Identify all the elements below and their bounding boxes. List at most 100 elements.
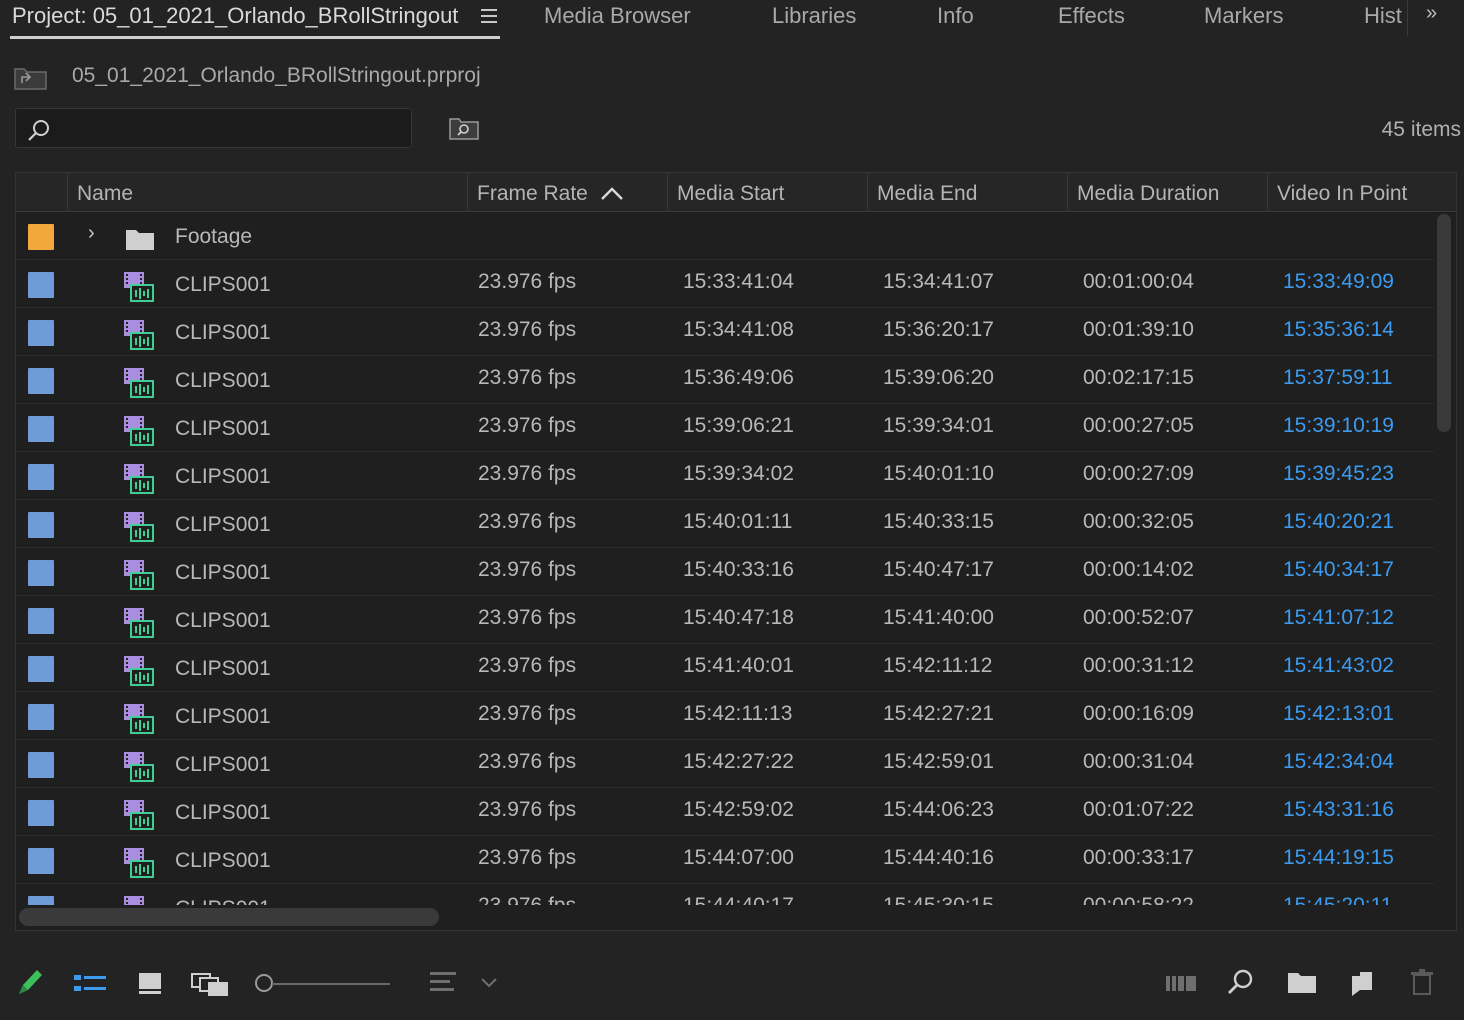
tab-libraries[interactable]: Libraries [772, 3, 856, 29]
icon-view-icon[interactable] [136, 966, 166, 1003]
label-color-swatch[interactable] [28, 560, 54, 586]
label-color-swatch[interactable] [28, 896, 54, 905]
column-header-label[interactable] [16, 173, 67, 211]
bin-row[interactable]: › Footage [16, 212, 1434, 260]
table-row[interactable]: CLIPS001 23.976 fps 15:44:07:00 15:44:40:16… [16, 836, 1434, 884]
cell-video-in-point[interactable]: 15:44:19:15 [1283, 833, 1394, 881]
cell-media-start: 15:39:34:02 [683, 462, 794, 485]
cell-video-in-point[interactable]: 15:40:34:17 [1283, 545, 1394, 593]
cell-video-in-point[interactable]: 15:41:43:02 [1283, 641, 1394, 689]
label-color-swatch[interactable] [28, 800, 54, 826]
cell-video-in-point[interactable]: 15:41:07:12 [1283, 593, 1394, 641]
label-color-swatch[interactable] [28, 464, 54, 490]
column-header-media-duration[interactable]: Media Duration [1067, 173, 1267, 211]
freeform-view-icon[interactable] [190, 966, 232, 1003]
label-color-swatch[interactable] [28, 512, 54, 538]
label-color-swatch[interactable] [28, 848, 54, 874]
create-search-bin-icon[interactable] [449, 116, 479, 145]
find-icon[interactable] [1226, 966, 1256, 1003]
table-row[interactable]: CLIPS001 23.976 fps 15:36:49:06 15:39:06:20… [16, 356, 1434, 404]
label-color-swatch[interactable] [28, 608, 54, 634]
cell-name[interactable]: CLIPS001 [175, 740, 271, 788]
horizontal-scroll-thumb[interactable] [19, 908, 439, 926]
pencil-icon[interactable] [15, 966, 45, 1003]
cell-video-in-point[interactable]: 15:43:31:16 [1283, 785, 1394, 833]
column-header-video-in-point-label: Video In Point [1277, 182, 1408, 205]
list-view-icon[interactable] [72, 966, 108, 1003]
table-row[interactable]: CLIPS001 23.976 fps 15:42:59:02 15:44:06:23… [16, 788, 1434, 836]
table-row[interactable]: CLIPS001 23.976 fps 15:41:40:01 15:42:11:12… [16, 644, 1434, 692]
cell-video-in-point[interactable]: 15:40:20:21 [1283, 497, 1394, 545]
tab-effects[interactable]: Effects [1058, 3, 1125, 29]
vertical-scrollbar[interactable] [1435, 214, 1453, 434]
label-color-swatch[interactable] [28, 272, 54, 298]
cell-video-in-point[interactable]: 15:37:59:11 [1283, 353, 1392, 401]
column-header-media-start[interactable]: Media Start [667, 173, 867, 211]
table-row[interactable]: CLIPS001 23.976 fps 15:40:33:16 15:40:47:17… [16, 548, 1434, 596]
cell-video-in-point[interactable]: 15:39:45:23 [1283, 449, 1394, 497]
table-row[interactable]: CLIPS001 23.976 fps 15:42:27:22 15:42:59:01… [16, 740, 1434, 788]
cell-name[interactable]: CLIPS001 [175, 644, 271, 692]
cell-media-start: 15:42:11:13 [683, 702, 793, 725]
cell-video-in-point[interactable]: 15:33:49:09 [1283, 257, 1394, 305]
column-header-media-end[interactable]: Media End [867, 173, 1067, 211]
parent-bin-icon[interactable] [14, 64, 48, 95]
clear-trash-icon[interactable] [1408, 966, 1436, 1003]
search-input[interactable] [15, 108, 412, 148]
label-color-swatch[interactable] [28, 704, 54, 730]
cell-name[interactable]: CLIPS001 [175, 356, 271, 404]
cell-name[interactable]: CLIPS001 [175, 596, 271, 644]
sort-dropdown-chevron-icon[interactable] [478, 966, 500, 1003]
cell-name[interactable]: CLIPS001 [175, 260, 271, 308]
table-row[interactable]: CLIPS001 23.976 fps 15:39:06:21 15:39:34:01… [16, 404, 1434, 452]
label-color-swatch[interactable] [28, 368, 54, 394]
table-row[interactable]: CLIPS001 23.976 fps 15:40:01:11 15:40:33:15… [16, 500, 1434, 548]
new-item-icon[interactable] [1348, 966, 1376, 1003]
table-row[interactable]: CLIPS001 23.976 fps 15:40:47:18 15:41:40:00… [16, 596, 1434, 644]
cell-video-in-point[interactable]: 15:39:10:19 [1283, 401, 1394, 449]
tab-history[interactable]: Hist [1364, 3, 1406, 29]
cell-name[interactable]: CLIPS001 [175, 884, 271, 905]
table-row[interactable]: CLIPS001 23.976 fps 15:44:40:17 15:45:30:15… [16, 884, 1434, 905]
tab-project[interactable]: Project: 05_01_2021_Orlando_BRollStringo… [12, 3, 458, 29]
cell-name[interactable]: CLIPS001 [175, 548, 271, 596]
tab-info[interactable]: Info [937, 3, 974, 29]
sort-icons-icon[interactable] [428, 966, 458, 1003]
label-color-swatch[interactable] [28, 656, 54, 682]
cell-video-in-point[interactable]: 15:35:36:14 [1283, 305, 1394, 353]
vertical-scroll-thumb[interactable] [1437, 214, 1451, 432]
table-row[interactable]: CLIPS001 23.976 fps 15:42:11:13 15:42:27:21… [16, 692, 1434, 740]
zoom-slider-handle[interactable] [255, 974, 273, 992]
cell-video-in-point[interactable]: 15:45:20:11 [1283, 881, 1392, 905]
column-header-video-in-point[interactable]: Video In Point [1267, 173, 1456, 211]
cell-name[interactable]: CLIPS001 [175, 452, 271, 500]
table-header: Name Frame Rate Media Start Media End Me… [16, 173, 1456, 212]
cell-name[interactable]: CLIPS001 [175, 500, 271, 548]
tab-markers[interactable]: Markers [1204, 3, 1283, 29]
panel-menu-icon[interactable] [481, 9, 497, 23]
video-clip-icon [123, 415, 155, 452]
cell-video-in-point[interactable]: 15:42:13:01 [1283, 689, 1394, 737]
table-row[interactable]: CLIPS001 23.976 fps 15:34:41:08 15:36:20:17… [16, 308, 1434, 356]
column-header-frame-rate[interactable]: Frame Rate [467, 173, 667, 211]
label-color-swatch[interactable] [28, 224, 54, 250]
cell-name[interactable]: CLIPS001 [175, 308, 271, 356]
zoom-slider-track[interactable] [272, 983, 390, 985]
new-bin-icon[interactable] [1286, 966, 1318, 1003]
label-color-swatch[interactable] [28, 752, 54, 778]
tab-media-browser[interactable]: Media Browser [544, 3, 691, 29]
table-row[interactable]: CLIPS001 23.976 fps 15:33:41:04 15:34:41:07… [16, 260, 1434, 308]
cell-name[interactable]: CLIPS001 [175, 692, 271, 740]
table-row[interactable]: CLIPS001 23.976 fps 15:39:34:02 15:40:01:10… [16, 452, 1434, 500]
label-color-swatch[interactable] [28, 320, 54, 346]
cell-name[interactable]: CLIPS001 [175, 788, 271, 836]
automate-to-sequence-icon[interactable] [1164, 966, 1198, 1003]
column-header-name[interactable]: Name [67, 173, 467, 211]
tab-overflow-icon[interactable]: » [1426, 2, 1437, 25]
cell-video-in-point[interactable]: 15:42:34:04 [1283, 737, 1394, 785]
cell-name[interactable]: CLIPS001 [175, 404, 271, 452]
label-color-swatch[interactable] [28, 416, 54, 442]
expand-chevron-icon[interactable]: › [88, 222, 95, 245]
cell-name[interactable]: CLIPS001 [175, 836, 271, 884]
cell-name[interactable]: Footage [175, 212, 252, 260]
